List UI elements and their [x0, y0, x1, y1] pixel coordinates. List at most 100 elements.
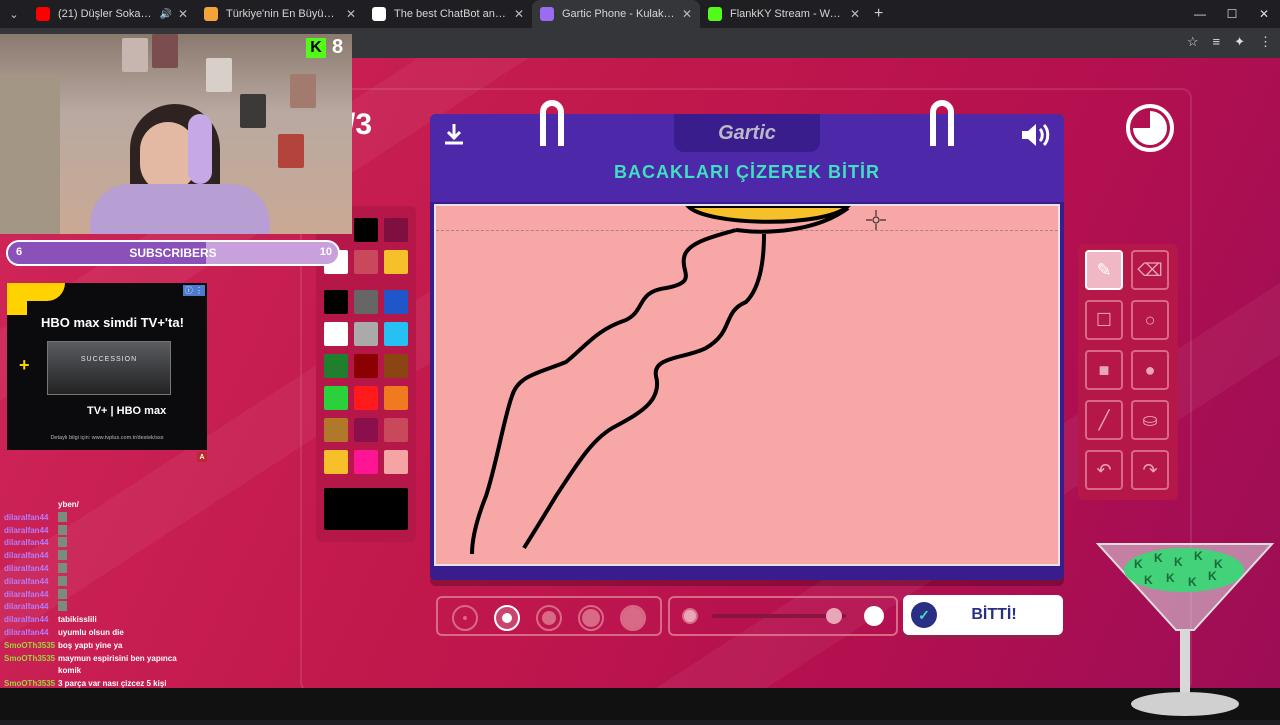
- color-swatch[interactable]: [354, 386, 378, 410]
- chat-username[interactable]: SmoOTh3535: [4, 653, 58, 666]
- bucket-icon[interactable]: ⛀: [1131, 400, 1169, 440]
- kick-viewer-count: K 8: [306, 36, 343, 59]
- chat-username[interactable]: dilaralfan44: [4, 601, 58, 614]
- tab-close-icon[interactable]: ✕: [682, 7, 692, 21]
- menu-icon[interactable]: ⋮: [1259, 34, 1272, 50]
- color-swatch[interactable]: [354, 450, 378, 474]
- chat-text: boş yaptı yine ya: [58, 640, 123, 650]
- bookmark-star-icon[interactable]: ☆: [1187, 34, 1199, 50]
- drawing-strokes: [470, 206, 851, 555]
- volume-icon[interactable]: [1020, 122, 1052, 154]
- color-swatch[interactable]: [354, 290, 378, 314]
- tab-favicon-icon: [204, 7, 218, 21]
- ad-banner[interactable]: ⓘ ⋮ HBO max simdi TV+'ta! + SUCCESSION T…: [7, 283, 207, 450]
- tab-audio-icon[interactable]: 🔊: [159, 9, 171, 20]
- circle-fill-icon[interactable]: ●: [1131, 350, 1169, 390]
- chat-username[interactable]: dilaralfan44: [4, 512, 58, 525]
- done-button-label: BİTTİ!: [971, 606, 1017, 623]
- color-swatch[interactable]: [384, 218, 408, 242]
- color-swatch[interactable]: [324, 450, 348, 474]
- color-swatch[interactable]: [384, 418, 408, 442]
- circle-outline-icon[interactable]: ○: [1131, 300, 1169, 340]
- chat-username[interactable]: dilaralfan44: [4, 525, 58, 538]
- chat-username[interactable]: SmoOTh3535: [4, 640, 58, 653]
- brush-size-option[interactable]: [452, 605, 478, 631]
- color-swatch[interactable]: [384, 290, 408, 314]
- timer-icon: [1126, 104, 1174, 152]
- rectangle-fill-icon[interactable]: ■: [1085, 350, 1123, 390]
- tab-close-icon[interactable]: ✕: [346, 7, 356, 21]
- browser-tab[interactable]: Türkiye'nin En Büyük Oyuncu Dünyası ✕: [196, 0, 364, 28]
- chat-message: SmoOTh3535 maymun espirisini ben yapınca: [4, 653, 204, 666]
- tab-title: Türkiye'nin En Büyük Oyuncu Dünyası: [226, 8, 340, 20]
- chat-username[interactable]: dilaralfan44: [4, 614, 58, 627]
- drawing-canvas[interactable]: [434, 204, 1060, 566]
- new-tab-icon[interactable]: +: [874, 5, 883, 23]
- ad-headline: HBO max simdi TV+'ta!: [41, 315, 184, 330]
- chat-username[interactable]: dilaralfan44: [4, 576, 58, 589]
- tab-close-icon[interactable]: ✕: [850, 7, 860, 21]
- close-window-icon[interactable]: ✕: [1248, 0, 1280, 28]
- eraser-icon[interactable]: ⌫: [1131, 250, 1169, 290]
- color-swatch[interactable]: [384, 250, 408, 274]
- color-swatch[interactable]: [324, 322, 348, 346]
- browser-tab[interactable]: Gartic Phone - Kulaktan Kulağa ✕: [532, 0, 700, 28]
- chat-username[interactable]: [4, 665, 58, 678]
- color-swatch[interactable]: [384, 322, 408, 346]
- brush-size-option[interactable]: [620, 605, 646, 631]
- check-icon: ✓: [911, 602, 937, 628]
- chat-message: dilaralfan44: [4, 562, 204, 576]
- extension-icon[interactable]: ✦: [1234, 34, 1245, 50]
- color-swatch[interactable]: [384, 386, 408, 410]
- opacity-knob[interactable]: [825, 608, 842, 624]
- tab-close-icon[interactable]: ✕: [178, 7, 188, 21]
- chat-username[interactable]: dilaralfan44: [4, 537, 58, 550]
- color-swatch[interactable]: [354, 354, 378, 378]
- browser-tab[interactable]: (21) Düşler Sokağı - YouTube 🔊 ✕: [28, 0, 196, 28]
- tool-panel: ✎ ⌫ ☐ ○ ■ ● ╱ ⛀ ↶ ↷: [1078, 244, 1178, 500]
- color-swatch[interactable]: [384, 354, 408, 378]
- browser-tab[interactable]: FlankKY Stream - Watch Live on Kick ✕: [700, 0, 868, 28]
- color-swatch[interactable]: [354, 322, 378, 346]
- tab-search-icon[interactable]: ⌄: [0, 0, 28, 28]
- color-swatch[interactable]: [324, 418, 348, 442]
- color-swatch[interactable]: [324, 290, 348, 314]
- ad-info-icon[interactable]: ⓘ ⋮: [182, 285, 205, 296]
- brush-size-option[interactable]: [536, 605, 562, 631]
- chat-username[interactable]: dilaralfan44: [4, 563, 58, 576]
- binder-ring: [540, 100, 564, 146]
- viewer-count: 8: [332, 36, 344, 58]
- wall-poster: [122, 38, 148, 72]
- undo-icon[interactable]: ↶: [1085, 450, 1123, 490]
- color-swatch[interactable]: [354, 218, 378, 242]
- maximize-icon[interactable]: ☐: [1216, 0, 1248, 28]
- chat-username[interactable]: dilaralfan44: [4, 589, 58, 602]
- chat-username[interactable]: [4, 499, 58, 512]
- color-swatch[interactable]: [324, 354, 348, 378]
- chat-text: uyumlu olsun die: [58, 627, 124, 637]
- color-swatch[interactable]: [354, 250, 378, 274]
- ad-choices-icon[interactable]: A: [197, 452, 207, 462]
- brush-size-option[interactable]: [578, 605, 604, 631]
- pencil-icon[interactable]: ✎: [1085, 250, 1123, 290]
- playlist-icon[interactable]: ≡: [1213, 34, 1221, 50]
- done-button[interactable]: ✓ BİTTİ!: [903, 595, 1063, 635]
- svg-text:K: K: [1134, 557, 1143, 571]
- color-swatch[interactable]: [324, 386, 348, 410]
- chat-message: dilaralfan44: [4, 537, 204, 550]
- rectangle-outline-icon[interactable]: ☐: [1085, 300, 1123, 340]
- color-swatch[interactable]: [384, 450, 408, 474]
- gartic-logo: Gartic: [674, 114, 820, 152]
- minimize-icon[interactable]: —: [1184, 0, 1216, 28]
- chat-username[interactable]: dilaralfan44: [4, 550, 58, 563]
- browser-tab[interactable]: The best ChatBot and Widgets ✕: [364, 0, 532, 28]
- tab-close-icon[interactable]: ✕: [514, 7, 524, 21]
- brush-size-option[interactable]: [494, 605, 520, 631]
- download-icon[interactable]: [442, 122, 466, 152]
- opacity-slider[interactable]: [668, 596, 898, 636]
- tab-title: (21) Düşler Sokağı - YouTube: [58, 8, 155, 20]
- color-swatch[interactable]: [354, 418, 378, 442]
- line-icon[interactable]: ╱: [1085, 400, 1123, 440]
- redo-icon[interactable]: ↷: [1131, 450, 1169, 490]
- chat-username[interactable]: dilaralfan44: [4, 627, 58, 640]
